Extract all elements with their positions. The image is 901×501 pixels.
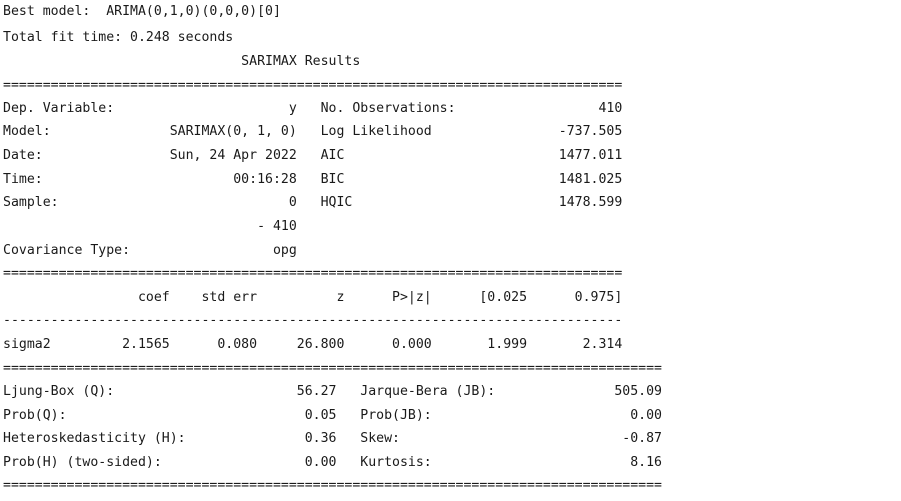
diagnostic-row: Ljung-Box (Q): 56.27 Jarque-Bera (JB): 5… bbox=[3, 384, 662, 399]
model-info-row: - 410 bbox=[3, 219, 297, 234]
model-info-row: Model: SARIMAX(0, 1, 0) Log Likelihood -… bbox=[3, 124, 623, 139]
separator-bottom: ========================================… bbox=[3, 478, 662, 493]
best-model-line: Best model: ARIMA(0,1,0)(0,0,0)[0] bbox=[3, 4, 281, 19]
model-info-row: Sample: 0 HQIC 1478.599 bbox=[3, 195, 623, 210]
model-info-row: Covariance Type: opg bbox=[3, 243, 297, 258]
diagnostic-row: Prob(Q): 0.05 Prob(JB): 0.00 bbox=[3, 408, 662, 423]
coef-header-row: coef std err z P>|z| [0.025 0.975] bbox=[3, 290, 623, 305]
model-info-row: Date: Sun, 24 Apr 2022 AIC 1477.011 bbox=[3, 148, 623, 163]
model-info-row: Dep. Variable: y No. Observations: 410 bbox=[3, 101, 623, 116]
separator-top: ========================================… bbox=[3, 78, 623, 93]
model-info-row: Time: 00:16:28 BIC 1481.025 bbox=[3, 172, 623, 187]
separator-mid: ========================================… bbox=[3, 266, 623, 281]
results-title: SARIMAX Results bbox=[3, 54, 361, 69]
separator-dash: ----------------------------------------… bbox=[3, 313, 623, 328]
diagnostic-row: Heteroskedasticity (H): 0.36 Skew: -0.87 bbox=[3, 431, 662, 446]
diagnostic-row: Prob(H) (two-sided): 0.00 Kurtosis: 8.16 bbox=[3, 455, 662, 470]
console-output: Best model: ARIMA(0,1,0)(0,0,0)[0] Total… bbox=[0, 0, 901, 501]
coef-row-sigma2: sigma2 2.1565 0.080 26.800 0.000 1.999 2… bbox=[3, 337, 623, 352]
fit-time-line: Total fit time: 0.248 seconds bbox=[3, 30, 234, 45]
separator-long: ========================================… bbox=[3, 361, 662, 376]
